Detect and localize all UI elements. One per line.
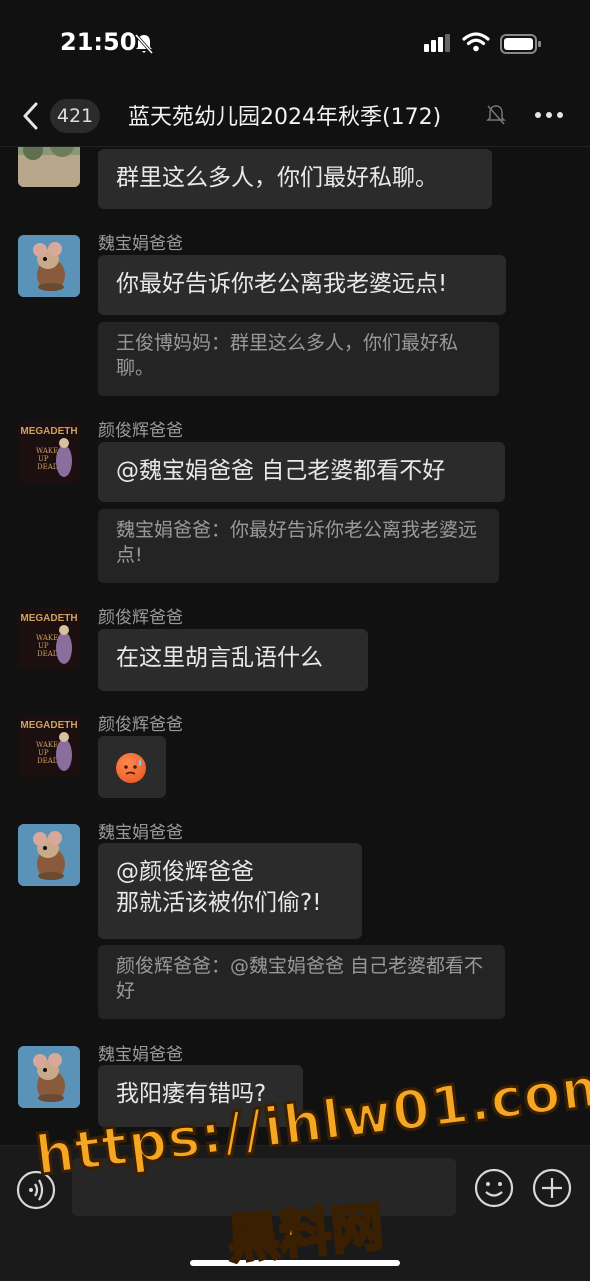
emoji-icon[interactable] [474, 1168, 514, 1208]
svg-text:DEAD: DEAD [37, 650, 59, 658]
sender-avatar[interactable] [18, 824, 80, 886]
sender-avatar[interactable] [18, 147, 80, 187]
sweat-face-emoji-icon [116, 752, 146, 783]
bell-off-icon [134, 34, 154, 54]
member-count: (172) [382, 105, 442, 130]
album-art-icon: MEGADETH WAKE UP DEAD [18, 608, 80, 670]
mouse-icon [18, 1046, 80, 1108]
quoted-message[interactable]: 颜俊辉爸爸：@魏宝娟爸爸 自己老婆都看不好 [98, 945, 505, 1019]
chat-header: 421 蓝天苑幼儿园2024年秋季(172) [0, 88, 590, 147]
sender-name: 颜俊辉爸爸 [98, 421, 183, 441]
sender-name: 颜俊辉爸爸 [98, 608, 183, 628]
message-bubble[interactable]: @颜俊辉爸爸 那就活该被你们偷?! [98, 843, 362, 939]
message-text: 群里这么多人，你们最好私聊。 [116, 165, 438, 191]
svg-text:UP: UP [38, 642, 49, 650]
svg-text:MEGADETH: MEGADETH [20, 720, 77, 731]
sender-avatar[interactable]: MEGADETH WAKE UP DEAD [18, 715, 80, 777]
svg-text:MEGADETH: MEGADETH [20, 613, 77, 624]
message-bubble[interactable]: 你最好告诉你老公离我老婆远点! [98, 255, 506, 315]
svg-text:UP: UP [38, 749, 49, 757]
quoted-text: 魏宝娟爸爸：你最好告诉你老公离我老婆远点! [116, 519, 478, 566]
album-art-icon: MEGADETH WAKE UP DEAD [18, 715, 80, 777]
svg-text:DEAD: DEAD [37, 463, 59, 471]
sender-avatar[interactable] [18, 235, 80, 297]
message-text: @魏宝娟爸爸 自己老婆都看不好 [116, 458, 446, 484]
mouse-icon [18, 235, 80, 297]
svg-text:DEAD: DEAD [37, 757, 59, 765]
svg-text:WAKE: WAKE [36, 447, 58, 455]
back-icon[interactable] [20, 100, 42, 132]
watermark-site: 黑料网 [224, 1196, 388, 1272]
group-title: 蓝天苑幼儿园2024年秋季(172) [128, 99, 480, 131]
message-list[interactable]: 群里这么多人，你们最好私聊。 魏宝娟爸爸 你最好告诉你老公离我老婆远点! 王俊博… [0, 147, 590, 1145]
sender-name: 魏宝娟爸爸 [98, 823, 183, 843]
message-text: 在这里胡言乱语什么 [116, 645, 323, 671]
message-text-line: 那就活该被你们偷?! [116, 890, 322, 916]
mouse-icon [18, 824, 80, 886]
mute-icon [486, 105, 506, 125]
status-bar: 21:50 [0, 0, 590, 88]
sender-name: 魏宝娟爸爸 [98, 234, 183, 254]
svg-text:WAKE: WAKE [36, 741, 58, 749]
message-text-line: @颜俊辉爸爸 [116, 859, 254, 885]
sender-name: 颜俊辉爸爸 [98, 715, 183, 735]
sender-avatar[interactable]: MEGADETH WAKE UP DEAD [18, 608, 80, 670]
album-logo-text: MEGADETH [20, 426, 77, 437]
message-bubble[interactable]: 在这里胡言乱语什么 [98, 629, 368, 691]
svg-text:UP: UP [38, 455, 49, 463]
album-art-icon: MEGADETH WAKE UP DEAD [18, 421, 80, 483]
battery-icon [500, 34, 541, 54]
message-bubble[interactable]: @魏宝娟爸爸 自己老婆都看不好 [98, 442, 505, 502]
quoted-text: 颜俊辉爸爸：@魏宝娟爸爸 自己老婆都看不好 [116, 955, 484, 1002]
quoted-message[interactable]: 王俊博妈妈：群里这么多人，你们最好私聊。 [98, 322, 499, 396]
message-text: 你最好告诉你老公离我老婆远点! [116, 271, 448, 297]
plus-icon[interactable] [532, 1168, 572, 1208]
quoted-message[interactable]: 魏宝娟爸爸：你最好告诉你老公离我老婆远点! [98, 509, 499, 583]
status-time: 21:50 [60, 28, 137, 56]
sender-avatar[interactable]: MEGADETH WAKE UP DEAD [18, 421, 80, 483]
svg-text:WAKE: WAKE [36, 634, 58, 642]
sender-name: 魏宝娟爸爸 [98, 1045, 183, 1065]
unread-count-badge[interactable]: 421 [50, 99, 100, 133]
sender-avatar[interactable] [18, 1046, 80, 1108]
message-bubble[interactable]: 群里这么多人，你们最好私聊。 [98, 149, 492, 209]
group-name: 蓝天苑幼儿园2024年秋季 [128, 105, 382, 130]
signal-icon [424, 34, 450, 52]
message-bubble[interactable] [98, 736, 166, 798]
more-options-icon[interactable] [534, 110, 564, 120]
wifi-icon [462, 32, 490, 52]
quoted-text: 王俊博妈妈：群里这么多人，你们最好私聊。 [116, 332, 459, 379]
